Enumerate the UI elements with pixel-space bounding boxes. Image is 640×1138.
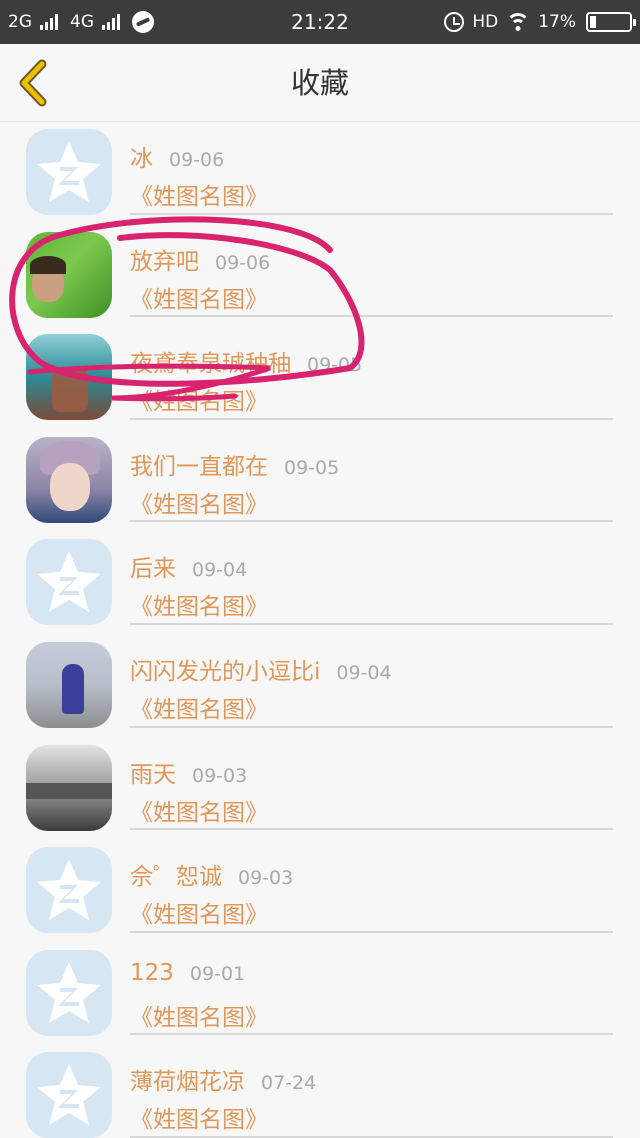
name-row: 佘゜恕诚 09-03: [130, 857, 294, 890]
user-name-link[interactable]: 薄荷烟花凉: [130, 1062, 245, 1096]
name-row: 放弃吧 09-06: [130, 242, 271, 275]
chevron-left-icon: [19, 59, 47, 107]
status-right: HD 17%: [444, 0, 636, 44]
divider: [130, 212, 613, 215]
avatar[interactable]: [26, 744, 112, 831]
user-name-link[interactable]: 雨天: [130, 755, 176, 789]
user-name-link[interactable]: 我们一直都在: [130, 447, 268, 481]
avatar[interactable]: [26, 334, 112, 421]
favorite-date: 07-24: [261, 1072, 317, 1095]
user-name-link[interactable]: 123: [130, 960, 174, 986]
page-title: 收藏: [290, 66, 349, 100]
avatar[interactable]: [26, 641, 112, 728]
name-row: 闪闪发光的小逗比i 09-04: [130, 652, 392, 685]
list-item[interactable]: 雨天 09-03 《姓图名图》: [0, 738, 640, 841]
alarm-icon: [444, 12, 465, 32]
qzone-star-icon: [37, 859, 101, 921]
list-item[interactable]: 我们一直都在 09-05 《姓图名图》: [0, 430, 640, 533]
list-item[interactable]: 夜鳶奉泉珹秞秞 09-05 《姓图名图》: [0, 327, 640, 430]
favorite-title-link[interactable]: 《姓图名图》: [130, 382, 268, 416]
list-item[interactable]: 冰 09-06 《姓图名图》: [0, 122, 640, 225]
user-name-link[interactable]: 冰: [130, 139, 153, 173]
favorite-date: 09-01: [189, 962, 246, 985]
divider: [130, 930, 613, 933]
favorite-date: 09-03: [192, 764, 248, 787]
battery-percent: 17%: [538, 12, 576, 32]
nav-bar: 收藏: [0, 44, 640, 122]
status-bar: 2G 4G 21:22 HD 17%: [0, 0, 640, 44]
divider: [130, 725, 613, 728]
name-row: 夜鳶奉泉珹秞秞 09-05: [130, 344, 363, 377]
qzone-star-icon: [37, 141, 101, 202]
favorite-date: 09-04: [192, 559, 248, 582]
divider: [130, 315, 613, 318]
name-row: 123 09-01: [130, 960, 245, 990]
battery-icon: [586, 12, 636, 32]
hd-label: HD: [472, 12, 499, 32]
avatar[interactable]: [26, 436, 112, 523]
divider: [130, 828, 613, 831]
list-item[interactable]: 123 09-01 《姓图名图》: [0, 943, 640, 1046]
list-item[interactable]: 后来 09-04 《姓图名图》: [0, 532, 640, 635]
user-name-link[interactable]: 放弃吧: [130, 242, 199, 276]
favorite-title-link[interactable]: 《姓图名图》: [130, 895, 268, 929]
favorite-title-link[interactable]: 《姓图名图》: [130, 1100, 268, 1134]
favorite-title-link[interactable]: 《姓图名图》: [130, 793, 268, 827]
avatar[interactable]: [26, 231, 112, 318]
user-name-link[interactable]: 夜鳶奉泉珹秞秞: [130, 344, 291, 378]
divider: [130, 622, 613, 625]
divider: [130, 520, 613, 523]
user-name-link[interactable]: 后来: [130, 549, 176, 583]
favorite-date: 09-04: [336, 661, 392, 684]
favorite-date: 09-03: [238, 867, 294, 890]
favorite-title-link[interactable]: 《姓图名图》: [130, 280, 268, 314]
favorite-date: 09-06: [169, 149, 225, 171]
user-name-link[interactable]: 佘゜恕诚: [130, 857, 222, 891]
list-item[interactable]: 放弃吧 09-06 《姓图名图》: [0, 225, 640, 328]
user-name-link[interactable]: 闪闪发光的小逗比i: [130, 652, 320, 686]
avatar[interactable]: [26, 129, 112, 215]
avatar[interactable]: [26, 847, 112, 934]
wifi-icon: [506, 13, 531, 31]
list-item[interactable]: 佘゜恕诚 09-03 《姓图名图》: [0, 840, 640, 943]
divider: [130, 417, 613, 420]
qzone-star-icon: [37, 1064, 101, 1126]
favorite-date: 09-05: [307, 354, 363, 377]
favorite-title-link[interactable]: 《姓图名图》: [130, 690, 268, 724]
avatar[interactable]: [26, 539, 112, 626]
favorites-list: 冰 09-06 《姓图名图》 放弃吧 09-06 《姓图名图》 夜鳶奉泉珹秞秞 09-05 《姓…: [0, 122, 640, 1138]
divider: [130, 1033, 613, 1036]
name-row: 冰 09-06: [130, 139, 225, 172]
list-item[interactable]: 闪闪发光的小逗比i 09-04 《姓图名图》: [0, 635, 640, 738]
favorite-title-link[interactable]: 《姓图名图》: [130, 485, 268, 519]
favorite-date: 09-05: [284, 456, 340, 479]
back-button[interactable]: [14, 58, 54, 108]
favorite-title-link[interactable]: 《姓图名图》: [130, 998, 268, 1032]
name-row: 后来 09-04: [130, 549, 248, 582]
favorite-date: 09-06: [215, 251, 271, 274]
name-row: 雨天 09-03: [130, 755, 248, 788]
name-row: 薄荷烟花凉 07-24: [130, 1062, 317, 1095]
favorite-title-link[interactable]: 《姓图名图》: [130, 177, 268, 211]
favorite-title-link[interactable]: 《姓图名图》: [130, 587, 268, 621]
avatar[interactable]: [26, 1052, 112, 1138]
avatar[interactable]: [26, 949, 112, 1036]
qzone-star-icon: [37, 961, 101, 1023]
name-row: 我们一直都在 09-05: [130, 447, 340, 480]
qzone-star-icon: [37, 551, 101, 613]
list-item[interactable]: 薄荷烟花凉 07-24 《姓图名图》: [0, 1045, 640, 1138]
